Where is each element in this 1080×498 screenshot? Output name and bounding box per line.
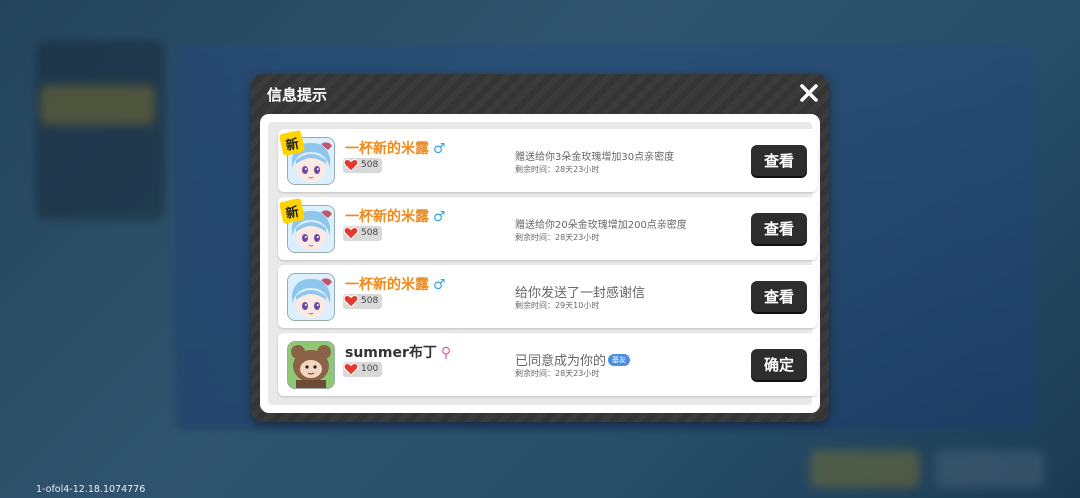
heart-icon xyxy=(343,227,359,240)
view-button[interactable]: 查看 xyxy=(751,213,807,244)
relationship-tag: 基友 xyxy=(608,354,631,366)
intimacy-badge: 100 xyxy=(343,362,383,377)
message-text: 赠送给你3朵金玫瑰增加30点亲密度 xyxy=(515,152,675,163)
intimacy-value: 508 xyxy=(361,296,379,306)
view-button[interactable]: 查看 xyxy=(751,281,807,312)
intimacy-badge: 508 xyxy=(343,158,383,173)
sender-name: 一杯新的米露 ♂ xyxy=(345,138,446,158)
sender-name: 一杯新的米露 ♂ xyxy=(345,274,446,294)
female-icon: ⚲ xyxy=(440,345,452,361)
male-icon: ♂ xyxy=(433,141,446,157)
intimacy-badge: 508 xyxy=(343,226,383,241)
sender-name: summer布丁 ⚲ xyxy=(345,342,451,362)
male-icon: ♂ xyxy=(433,277,446,293)
sender-name-text: summer布丁 xyxy=(345,345,437,361)
male-icon: ♂ xyxy=(433,209,446,225)
sender-name-text: 一杯新的米露 xyxy=(345,141,429,157)
remaining-time: 剩余时间：28天23小时 xyxy=(515,233,600,242)
message-text: 给你发送了一封感谢信 xyxy=(515,286,646,301)
message-dialog: 信息提示 新 一杯新的米露 ♂ 508 赠送给你3朵金玫瑰增加30点亲密度 剩余… xyxy=(251,74,829,422)
remaining-time: 剩余时间：29天10小时 xyxy=(515,301,600,310)
message-row: 新 一杯新的米露 ♂ 508 赠送给你3朵金玫瑰增加30点亲密度 剩余时间：28天… xyxy=(278,129,818,192)
message-text: 赠送给你20朵金玫瑰增加200点亲密度 xyxy=(515,220,687,231)
close-icon[interactable] xyxy=(799,83,819,103)
message-text-content: 已同意成为你的 xyxy=(515,354,607,369)
view-button[interactable]: 查看 xyxy=(751,145,807,176)
heart-icon xyxy=(343,159,359,172)
bear-costume-avatar[interactable] xyxy=(287,341,335,389)
message-row: 一杯新的米露 ♂ 508 给你发送了一封感谢信 剩余时间：29天10小时 查看 xyxy=(278,265,818,328)
message-list: 新 一杯新的米露 ♂ 508 赠送给你3朵金玫瑰增加30点亲密度 剩余时间：28天… xyxy=(268,122,818,405)
sender-name-text: 一杯新的米露 xyxy=(345,209,429,225)
heart-icon xyxy=(343,295,359,308)
message-row: 新 一杯新的米露 ♂ 508 赠送给你20朵金玫瑰增加200点亲密度 剩余时间：2… xyxy=(278,197,818,260)
intimacy-value: 508 xyxy=(361,228,379,238)
intimacy-badge: 508 xyxy=(343,294,383,309)
intimacy-value: 100 xyxy=(361,364,379,374)
new-badge: 新 xyxy=(278,197,306,225)
version-label: 1-ofol4-12.18.1074776 xyxy=(36,484,146,495)
heart-icon xyxy=(343,363,359,376)
message-row: summer布丁 ⚲ 100 已同意成为你的 基友 剩余时间：28天23小时 确定 xyxy=(278,333,818,396)
sender-name: 一杯新的米露 ♂ xyxy=(345,206,446,226)
sender-name-text: 一杯新的米露 xyxy=(345,277,429,293)
new-badge: 新 xyxy=(278,129,306,157)
remaining-time: 剩余时间：28天23小时 xyxy=(515,165,600,174)
intimacy-value: 508 xyxy=(361,160,379,170)
dialog-body: 新 一杯新的米露 ♂ 508 赠送给你3朵金玫瑰增加30点亲密度 剩余时间：28天… xyxy=(260,114,820,413)
anime-girl-avatar[interactable] xyxy=(287,273,335,321)
dialog-title: 信息提示 xyxy=(267,86,328,104)
confirm-button[interactable]: 确定 xyxy=(751,349,807,380)
message-text: 已同意成为你的 基友 xyxy=(515,350,631,369)
remaining-time: 剩余时间：28天23小时 xyxy=(515,369,600,378)
